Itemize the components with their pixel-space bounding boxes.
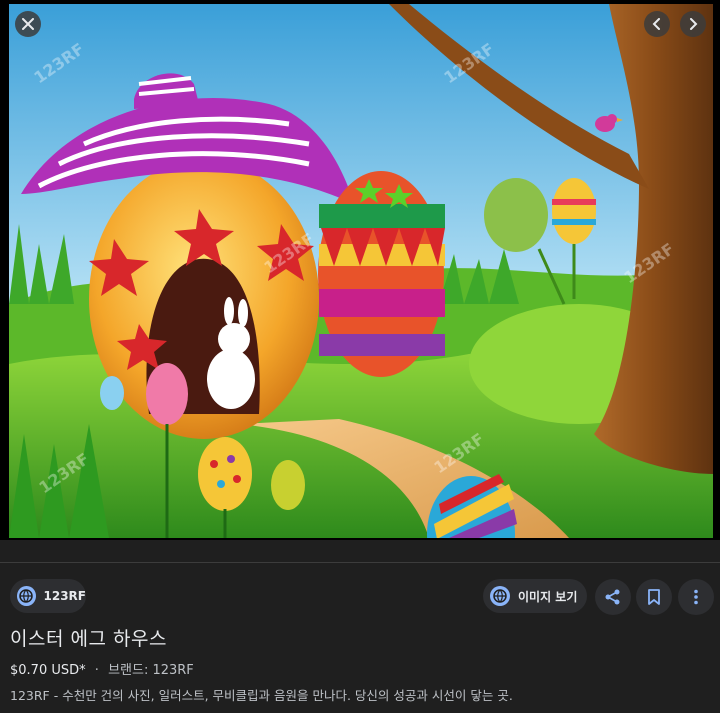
easter-egg-house-illustration: 123RF 123RF 123RF 123RF 123RF 123RF [9, 4, 713, 538]
close-button[interactable] [15, 11, 41, 37]
view-image-label: 이미지 보기 [518, 589, 578, 604]
divider [0, 562, 720, 563]
share-button[interactable] [595, 579, 631, 615]
brand: 브랜드: 123RF [108, 663, 194, 678]
source-chip[interactable]: 123RF [10, 579, 86, 613]
globe-icon [17, 586, 36, 606]
previous-image-button[interactable] [644, 11, 670, 37]
price: $0.70 USD* [10, 663, 86, 678]
next-image-button[interactable] [680, 11, 706, 37]
product-meta: $0.70 USD* · 브랜드: 123RF [10, 659, 194, 678]
save-button[interactable] [636, 579, 672, 615]
source-description: 123RF - 수천만 건의 사진, 일러스트, 무비클립과 음원을 만나다. … [10, 688, 513, 703]
share-icon [605, 589, 620, 605]
meta-separator: · [94, 663, 99, 678]
close-icon [22, 18, 34, 30]
bookmark-icon [648, 589, 660, 605]
chevron-right-icon [690, 18, 698, 30]
view-image-button[interactable]: 이미지 보기 [483, 579, 587, 613]
chevron-left-icon [652, 18, 660, 30]
more-vert-icon [694, 589, 698, 605]
globe-icon [490, 586, 510, 606]
preview-image[interactable]: 123RF 123RF 123RF 123RF 123RF 123RF [9, 4, 713, 538]
image-viewer: 123RF 123RF 123RF 123RF 123RF 123RF [0, 0, 720, 540]
image-title[interactable]: 이스터 에그 하우스 [10, 624, 167, 651]
source-name: 123RF [43, 589, 87, 603]
more-options-button[interactable] [678, 579, 714, 615]
